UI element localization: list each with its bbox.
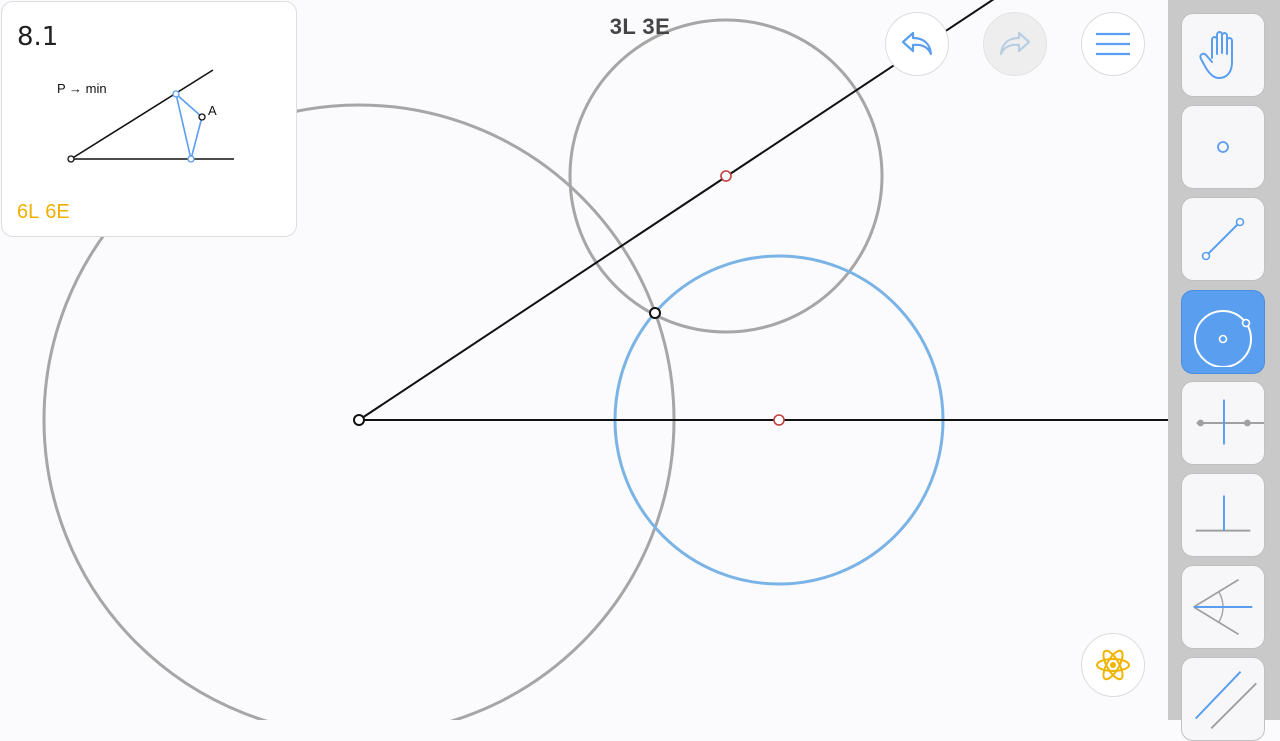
tool-move[interactable] bbox=[1181, 13, 1265, 97]
tool-point[interactable] bbox=[1181, 105, 1265, 189]
hand-icon bbox=[1199, 31, 1233, 79]
perpendicular-icon bbox=[1195, 495, 1251, 532]
goal-elements: 6E bbox=[45, 201, 70, 223]
hint-button[interactable] bbox=[1081, 633, 1145, 697]
point-icon bbox=[1217, 141, 1229, 153]
menu-icon bbox=[1096, 32, 1130, 56]
menu-button[interactable] bbox=[1081, 12, 1145, 76]
redo-button[interactable] bbox=[983, 12, 1047, 76]
tool-parallel[interactable] bbox=[1181, 657, 1265, 741]
parallel-icon bbox=[1194, 670, 1257, 729]
perpendicular-bisector-icon bbox=[1196, 399, 1264, 445]
tool-perpendicular-bisector[interactable] bbox=[1181, 381, 1265, 465]
point-vertex[interactable] bbox=[353, 414, 365, 426]
undo-button[interactable] bbox=[885, 12, 949, 76]
preview-point-label: A bbox=[208, 103, 217, 118]
line-icon bbox=[1201, 217, 1245, 261]
move-lines: 3L bbox=[609, 14, 637, 39]
tool-bar bbox=[1168, 0, 1280, 741]
angle-bisector-icon bbox=[1193, 578, 1253, 636]
center-marker-upper bbox=[720, 170, 732, 182]
tool-line[interactable] bbox=[1181, 197, 1265, 281]
center-marker-blue bbox=[773, 414, 785, 426]
level-goal: 6L 6E bbox=[17, 201, 76, 224]
tool-angle-bisector[interactable] bbox=[1181, 565, 1265, 649]
tool-circle[interactable] bbox=[1181, 290, 1265, 374]
goal-lines: 6L bbox=[17, 201, 40, 223]
point-intersection[interactable] bbox=[649, 307, 661, 319]
preview-formula: P → min bbox=[57, 81, 107, 96]
move-elements: 3E bbox=[642, 14, 671, 39]
circle-icon bbox=[1194, 310, 1252, 367]
tool-perpendicular[interactable] bbox=[1181, 473, 1265, 557]
redo-icon bbox=[999, 31, 1031, 56]
undo-icon bbox=[901, 31, 933, 56]
hint-icon bbox=[1096, 649, 1130, 681]
